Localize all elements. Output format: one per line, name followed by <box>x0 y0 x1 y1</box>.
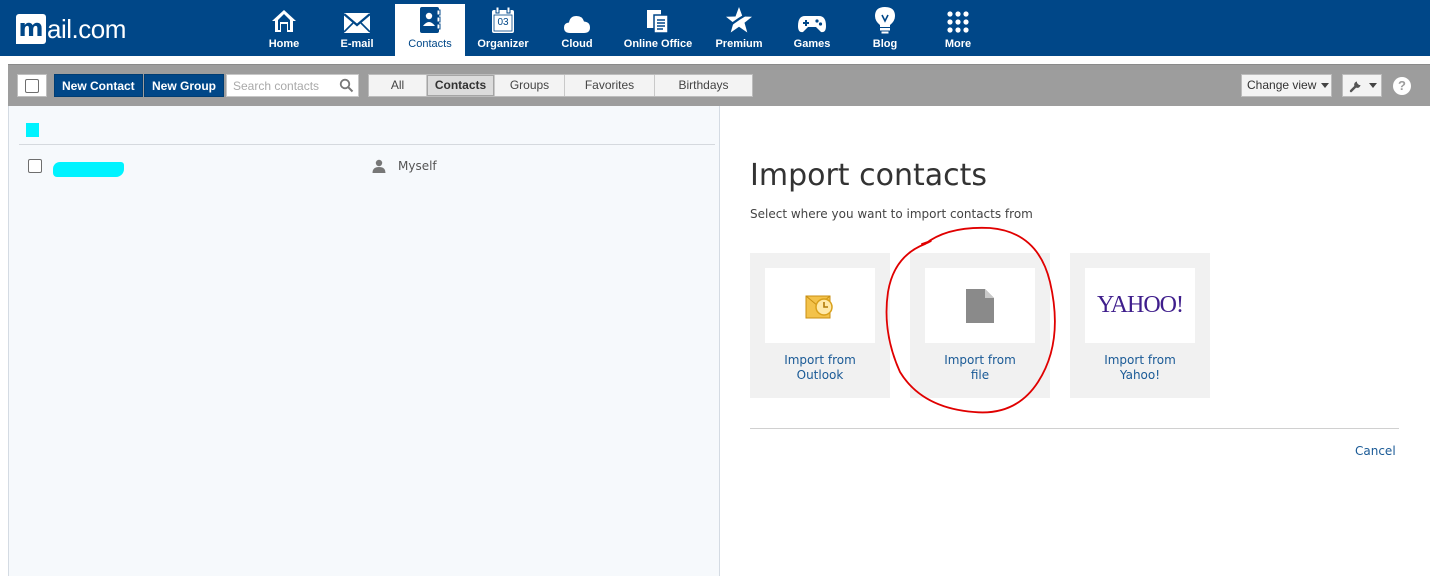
gamepad-icon <box>777 4 847 34</box>
chevron-down-icon <box>1321 83 1329 88</box>
label-line: Outlook <box>796 368 844 382</box>
tab-contacts[interactable]: Contacts <box>427 75 495 96</box>
help-icon[interactable]: ? <box>1393 77 1411 95</box>
nav-item-games[interactable]: Games <box>777 4 847 56</box>
search-box <box>226 74 359 97</box>
page-title: Import contacts <box>750 158 987 193</box>
divider <box>750 428 1399 429</box>
label-line: Import from <box>784 353 856 367</box>
address-book-icon <box>395 4 465 34</box>
star-icon <box>704 4 774 34</box>
nav-label: E-mail <box>340 38 374 50</box>
lightbulb-icon <box>850 4 920 34</box>
cloud-icon <box>542 4 612 34</box>
label-line: Yahoo! <box>1119 368 1161 382</box>
label-line: file <box>970 368 990 382</box>
settings-dropdown[interactable] <box>1342 74 1382 97</box>
nav-label: More <box>944 38 972 50</box>
contacts-toolbar: New Contact New Group All Contacts Group… <box>8 64 1430 106</box>
logo-mark: m <box>16 14 46 44</box>
calendar-day: 03 <box>497 17 509 28</box>
label-line: Import from <box>944 353 1016 367</box>
contact-list-pane: Myself <box>8 106 720 576</box>
nav-item-more[interactable]: More <box>923 4 993 56</box>
search-input[interactable] <box>227 75 339 96</box>
nav-label: Home <box>268 38 300 50</box>
import-file-label: Import from file <box>910 353 1050 383</box>
tab-groups[interactable]: Groups <box>495 75 565 96</box>
nav-label: Organizer <box>477 38 529 50</box>
select-all-checkbox[interactable] <box>17 74 47 97</box>
contact-tag-myself: Myself <box>398 159 437 173</box>
top-navigation-bar: m ail.com Home E-mail Contacts 03 Organi… <box>0 0 1430 56</box>
new-group-button[interactable]: New Group <box>144 74 225 97</box>
import-outlook-label: Import from Outlook <box>750 353 890 383</box>
label-line: Import from <box>1104 353 1176 367</box>
divider <box>19 144 715 145</box>
envelope-icon <box>322 4 392 34</box>
checkbox-box <box>25 79 39 93</box>
import-yahoo-card[interactable]: YAHOO! Import from Yahoo! <box>1070 253 1210 398</box>
cancel-link[interactable]: Cancel <box>1355 444 1396 458</box>
contact-row[interactable]: Myself <box>9 152 721 180</box>
home-icon <box>249 4 319 34</box>
yahoo-logo: YAHOO! <box>1085 268 1195 343</box>
nav-label: Online Office <box>623 38 693 50</box>
logo-text: ail.com <box>47 13 126 44</box>
person-icon <box>372 158 386 173</box>
redacted-letter-heading <box>26 123 39 137</box>
nav-label: Games <box>793 38 831 50</box>
file-icon <box>925 268 1035 343</box>
filter-tabs: All Contacts Groups Favorites Birthdays <box>368 74 753 97</box>
redacted-contact-name <box>53 162 124 177</box>
nav-item-premium[interactable]: Premium <box>704 4 774 56</box>
nav-item-organizer[interactable]: 03 Organizer <box>468 4 538 56</box>
change-view-dropdown[interactable]: Change view <box>1241 74 1332 97</box>
contact-checkbox[interactable] <box>28 159 42 173</box>
import-file-card[interactable]: Import from file <box>910 253 1050 398</box>
yahoo-logo-text: YAHOO! <box>1097 292 1184 318</box>
nav-item-email[interactable]: E-mail <box>322 4 392 56</box>
change-view-label: Change view <box>1247 78 1317 92</box>
nav-label: Blog <box>872 38 898 50</box>
outlook-icon <box>765 268 875 343</box>
grid-icon <box>923 4 993 34</box>
nav-item-home[interactable]: Home <box>249 4 319 56</box>
wrench-icon <box>1349 78 1363 97</box>
nav-label: Premium <box>715 38 763 50</box>
calendar-icon: 03 <box>468 4 538 34</box>
tab-favorites[interactable]: Favorites <box>565 75 655 96</box>
import-outlook-card[interactable]: Import from Outlook <box>750 253 890 398</box>
import-subtitle: Select where you want to import contacts… <box>750 207 1033 221</box>
import-yahoo-label: Import from Yahoo! <box>1070 353 1210 383</box>
nav-label: Cloud <box>561 38 593 50</box>
nav-item-contacts[interactable]: Contacts <box>395 4 465 56</box>
nav-item-online-office[interactable]: Online Office <box>623 4 693 56</box>
tab-all[interactable]: All <box>369 75 427 96</box>
nav-label: Contacts <box>408 38 452 50</box>
new-contact-button[interactable]: New Contact <box>54 74 143 97</box>
tab-birthdays[interactable]: Birthdays <box>655 75 752 96</box>
chevron-down-icon <box>1369 83 1377 88</box>
nav-item-cloud[interactable]: Cloud <box>542 4 612 56</box>
search-icon[interactable] <box>339 78 354 93</box>
documents-icon <box>623 4 693 34</box>
nav-item-blog[interactable]: Blog <box>850 4 920 56</box>
mailcom-logo[interactable]: m ail.com <box>16 12 126 46</box>
